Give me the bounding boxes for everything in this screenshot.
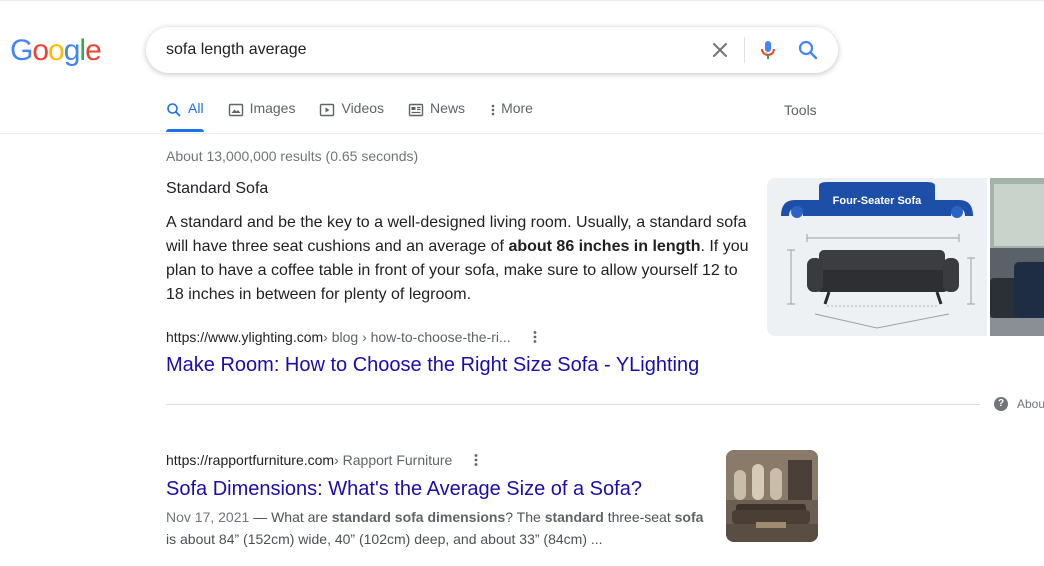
more-options-icon[interactable]: [468, 452, 484, 468]
snippet-highlight: standard sofa dimensions: [331, 509, 506, 525]
logo-letter: G: [10, 34, 33, 67]
snippet-divider: [166, 404, 980, 405]
tabs-divider: [0, 133, 1044, 134]
source-path: › blog › how-to-choose-the-ri...: [323, 329, 511, 345]
search-tabs: All Images Videos News More: [166, 100, 557, 134]
snippet-highlight: sofa: [674, 509, 704, 525]
top-border: [0, 0, 1044, 1]
logo-letter: o: [32, 34, 49, 67]
video-icon: [320, 103, 335, 117]
tab-news[interactable]: News: [408, 100, 465, 132]
logo-letter: e: [85, 34, 102, 67]
tab-label: All: [188, 100, 204, 116]
result-stats: About 13,000,000 results (0.65 seconds): [166, 148, 419, 164]
featured-snippet-link[interactable]: Make Room: How to Choose the Right Size …: [166, 354, 699, 377]
snippet-text-part: — What are: [249, 509, 332, 525]
search-submit-button[interactable]: [796, 38, 820, 62]
about-label: About: [1017, 397, 1044, 411]
snippet-text-part: three-seat: [603, 509, 675, 525]
tab-all[interactable]: All: [166, 100, 204, 132]
result-domain: https://rapportfurniture.com: [166, 452, 335, 468]
sofa-diagram-image[interactable]: Four-Seater Sofa: [767, 178, 987, 336]
search-box: [146, 27, 838, 73]
featured-snippet-text: A standard and be the key to a well-desi…: [166, 211, 750, 307]
featured-snippet-source[interactable]: https://www.ylighting.com › blog › how-t…: [166, 329, 543, 345]
result-source[interactable]: https://rapportfurniture.com › Rapport F…: [166, 452, 484, 468]
help-icon: ?: [994, 397, 1008, 411]
living-room-thumbnail-graphic: [726, 450, 818, 542]
news-icon: [408, 103, 424, 117]
sofa-diagram-graphic: Four-Seater Sofa: [767, 178, 987, 336]
microphone-icon: [761, 41, 775, 59]
search-input[interactable]: [166, 38, 686, 62]
snippet-text-part: ? The: [505, 509, 545, 525]
tab-label: Videos: [341, 100, 385, 116]
snippet-highlight: standard: [544, 509, 604, 525]
source-domain: https://www.ylighting.com: [166, 329, 324, 345]
tab-label: More: [501, 100, 533, 116]
result-title-link[interactable]: Sofa Dimensions: What's the Average Size…: [166, 478, 642, 501]
searchbox-divider: [744, 37, 745, 63]
voice-search-button[interactable]: [756, 38, 780, 62]
tab-more[interactable]: More: [489, 100, 533, 132]
logo-letter: o: [48, 34, 65, 67]
tools-button[interactable]: Tools: [784, 102, 817, 118]
snippet-text-highlight: about 86 inches in length: [508, 238, 701, 255]
tab-label: Images: [249, 100, 296, 116]
logo-letter: g: [63, 34, 81, 67]
featured-snippet-heading: Standard Sofa: [166, 180, 269, 197]
close-icon: [713, 43, 727, 57]
result-path: › Rapport Furniture: [334, 452, 453, 468]
image-banner-text: Four-Seater Sofa: [833, 195, 923, 207]
image-icon: [228, 103, 243, 117]
result-thumbnail[interactable]: [726, 450, 818, 542]
more-vert-icon: [491, 104, 495, 116]
living-room-graphic: [990, 178, 1044, 336]
result-snippet: Nov 17, 2021 — What are standard sofa di…: [166, 506, 714, 550]
clear-search-button[interactable]: [708, 38, 732, 62]
more-options-icon[interactable]: [527, 329, 543, 345]
about-featured-snippets[interactable]: ? About: [994, 397, 1044, 411]
google-logo[interactable]: Google: [10, 34, 102, 68]
tab-videos[interactable]: Videos: [319, 100, 384, 132]
snippet-text-part: is about 84” (152cm) wide, 40” (102cm) d…: [166, 531, 603, 547]
tab-label: News: [430, 100, 466, 116]
living-room-image[interactable]: [990, 178, 1044, 336]
search-icon: [798, 40, 818, 60]
result-date: Nov 17, 2021: [166, 509, 250, 525]
tab-images[interactable]: Images: [228, 100, 296, 132]
search-icon: [167, 103, 181, 117]
